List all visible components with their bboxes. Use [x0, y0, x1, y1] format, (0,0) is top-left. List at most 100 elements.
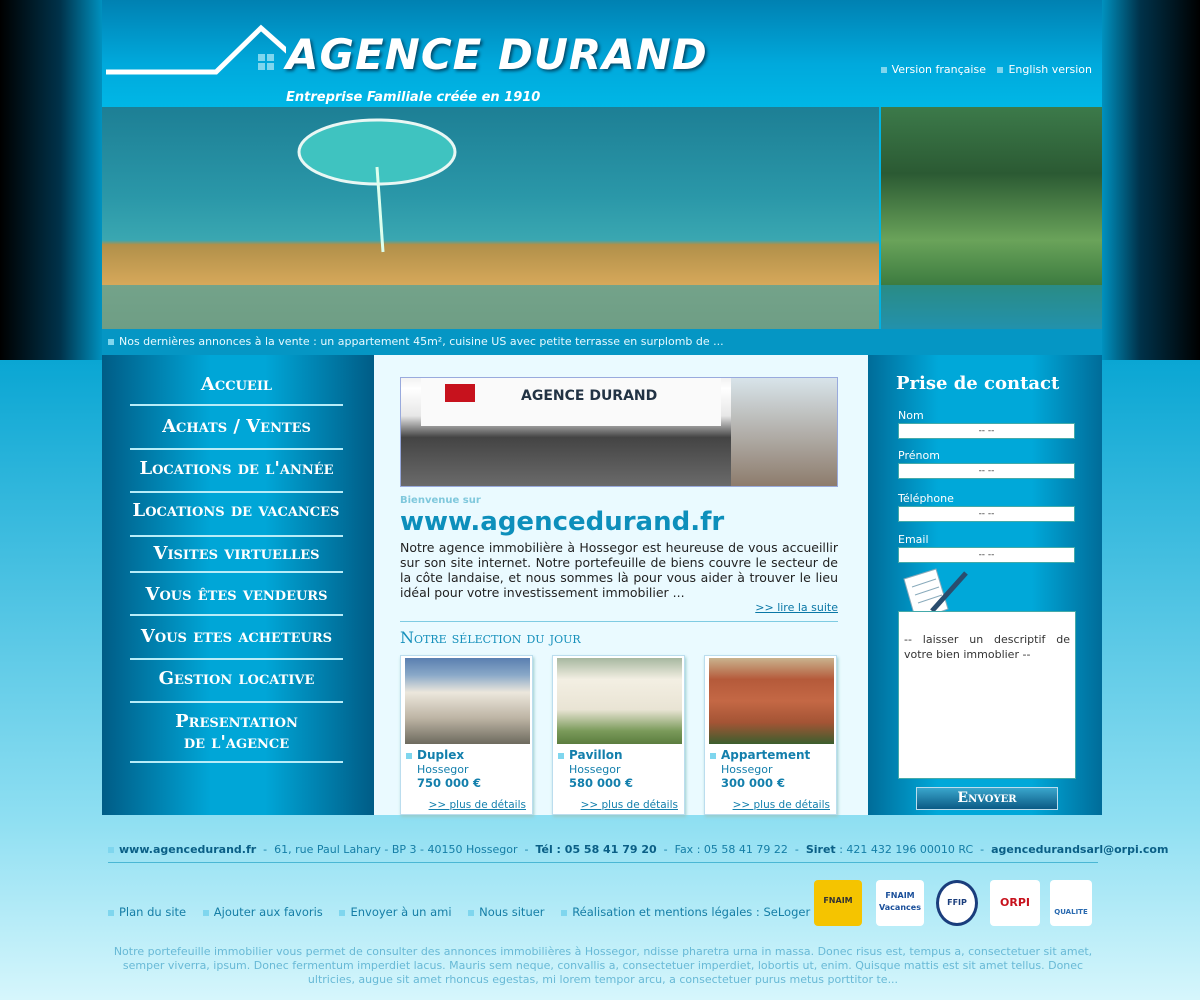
lang-en-link[interactable]: English version: [997, 63, 1092, 76]
footer-link-label: Plan du site: [119, 905, 187, 919]
send-button[interactable]: Envoyer: [916, 787, 1058, 810]
ffip-badge[interactable]: FFIP: [936, 880, 978, 926]
header: AGENCE DURAND Entreprise Familiale créée…: [102, 0, 1102, 107]
footer-link-label: Envoyer à un ami: [350, 905, 452, 919]
footer-street: 61, rue Paul Lahary - BP 3 - 40150 Hosse…: [274, 843, 518, 856]
footer-siret: : 421 432 196 00010 RC: [839, 843, 974, 856]
main-navigation: Accueil Achats / Ventes Locations de l'a…: [102, 355, 374, 815]
nav-presentation-line1: Presentation: [175, 711, 298, 732]
nom-input[interactable]: -- --: [898, 423, 1075, 439]
message-textarea[interactable]: -- laisser un descriptif de votre bien i…: [898, 611, 1076, 779]
parasol-icon: [297, 118, 457, 253]
property-details-link[interactable]: >> plus de détails: [733, 799, 830, 811]
nav-achats-ventes[interactable]: Achats / Ventes: [130, 417, 343, 450]
property-details-link[interactable]: >> plus de détails: [429, 799, 526, 811]
footer-site[interactable]: www.agencedurand.fr: [119, 843, 256, 856]
property-photo: [557, 658, 682, 744]
footer-link-label: Réalisation et mentions légales : SeLoge…: [572, 905, 811, 919]
footer-link-label: Ajouter aux favoris: [213, 905, 323, 919]
read-more-link[interactable]: >> lire la suite: [755, 601, 838, 614]
property-details-link[interactable]: >> plus de détails: [581, 799, 678, 811]
bullet-icon: [108, 847, 114, 853]
property-location: Hossegor: [721, 763, 773, 776]
nav-presentation[interactable]: Presentation de l'agence: [130, 711, 343, 763]
lang-en-label: English version: [1008, 63, 1092, 76]
property-type: Pavillon: [569, 748, 623, 762]
selection-title: Notre sélection du jour: [400, 628, 581, 647]
footer-link-mentions[interactable]: Réalisation et mentions légales : SeLoge…: [561, 905, 810, 919]
bullet-icon: [108, 339, 114, 345]
prenom-label: Prénom: [898, 449, 940, 462]
news-ticker[interactable]: Nos dernières annonces à la vente : un a…: [102, 329, 1102, 355]
house-roof-icon: [106, 24, 286, 75]
footer-link-plan[interactable]: Plan du site: [108, 905, 186, 919]
footer-link-label: Nous situer: [479, 905, 545, 919]
property-type: Duplex: [417, 748, 465, 762]
footer-email[interactable]: agencedurandsarl@orpi.com: [991, 843, 1168, 856]
bullet-icon: [406, 753, 412, 759]
orpi-logo: [445, 384, 475, 402]
nav-locations-annee[interactable]: Locations de l'année: [130, 459, 343, 493]
lang-fr-link[interactable]: Version française: [880, 63, 986, 76]
nav-gestion-locative[interactable]: Gestion locative: [130, 669, 343, 703]
bullet-icon: [710, 753, 716, 759]
bullet-icon: [997, 67, 1004, 73]
email-label: Email: [898, 533, 929, 546]
main-content: AGENCE DURAND Bienvenue sur www.agencedu…: [374, 355, 868, 815]
storefront-sign: AGENCE DURAND: [521, 388, 658, 404]
banner-overlay: [881, 285, 1102, 329]
property-price: 300 000 €: [721, 776, 786, 790]
nav-presentation-line2: de l'agence: [183, 732, 290, 753]
bullet-icon: [468, 909, 475, 916]
partner-badges: FNAIM FNAIM Vacances FFIP ORPI QUALITE: [814, 880, 1094, 926]
nav-locations-vacances[interactable]: Locations de vacances: [116, 501, 356, 535]
property-card[interactable]: Duplex Hossegor 750 000 € >> plus de dét…: [400, 655, 533, 815]
page-container: AGENCE DURAND Entreprise Familiale créée…: [102, 0, 1168, 1000]
footer-address: www.agencedurand.fr - 61, rue Paul Lahar…: [108, 843, 1168, 856]
telephone-input[interactable]: -- --: [898, 506, 1075, 522]
nom-label: Nom: [898, 409, 924, 422]
footer-link-ami[interactable]: Envoyer à un ami: [339, 905, 452, 919]
email-input[interactable]: -- --: [898, 547, 1075, 563]
telephone-label: Téléphone: [898, 492, 954, 505]
property-photo: [405, 658, 530, 744]
footer-siret-label: Siret: [805, 843, 836, 856]
property-location: Hossegor: [569, 763, 621, 776]
intro-text: Notre agence immobilière à Hossegor est …: [400, 540, 838, 600]
nav-divider: [130, 535, 343, 537]
beach-photo: [102, 107, 879, 329]
property-card[interactable]: Appartement Hossegor 300 000 € >> plus d…: [704, 655, 837, 815]
tagline: Entreprise Familiale créée en 1910: [286, 90, 541, 105]
banner-overlay: [102, 285, 879, 329]
bullet-icon: [202, 909, 209, 916]
bullet-icon: [108, 909, 114, 916]
site-logo[interactable]: AGENCE DURAND: [286, 30, 708, 79]
nav-acheteurs[interactable]: Vous etes acheteurs: [130, 627, 343, 660]
footer-links: Plan du site Ajouter aux favoris Envoyer…: [108, 905, 823, 919]
fnaim-vacances-badge[interactable]: FNAIM Vacances: [876, 880, 924, 926]
nav-visites-virtuelles[interactable]: Visites virtuelles: [130, 544, 343, 573]
nav-vendeurs[interactable]: Vous êtes vendeurs: [130, 585, 343, 616]
banner: [102, 107, 1102, 329]
welcome-title: www.agencedurand.fr: [400, 507, 725, 537]
divider: [400, 621, 838, 622]
orpi-badge[interactable]: ORPI: [990, 880, 1040, 926]
nav-accueil[interactable]: Accueil: [130, 375, 343, 406]
property-card[interactable]: Pavillon Hossegor 580 000 € >> plus de d…: [552, 655, 685, 815]
property-location: Hossegor: [417, 763, 469, 776]
property-price: 580 000 €: [569, 776, 634, 790]
footer-link-favoris[interactable]: Ajouter aux favoris: [202, 905, 323, 919]
qualite-badge[interactable]: QUALITE: [1050, 880, 1092, 926]
property-type: Appartement: [721, 748, 811, 762]
contact-panel: Prise de contact Nom -- -- Prénom -- -- …: [868, 355, 1102, 815]
bullet-icon: [558, 753, 564, 759]
bullet-icon: [339, 909, 346, 916]
prenom-input[interactable]: -- --: [898, 463, 1075, 479]
lang-fr-label: Version française: [891, 63, 986, 76]
footer-tel: Tél : 05 58 41 79 20: [535, 843, 657, 856]
footer-link-situer[interactable]: Nous situer: [468, 905, 545, 919]
bullet-icon: [561, 909, 568, 916]
fnaim-badge[interactable]: FNAIM: [814, 880, 862, 926]
storefront-building: [731, 378, 837, 486]
ticker-text: Nos dernières annonces à la vente : un a…: [119, 335, 724, 348]
